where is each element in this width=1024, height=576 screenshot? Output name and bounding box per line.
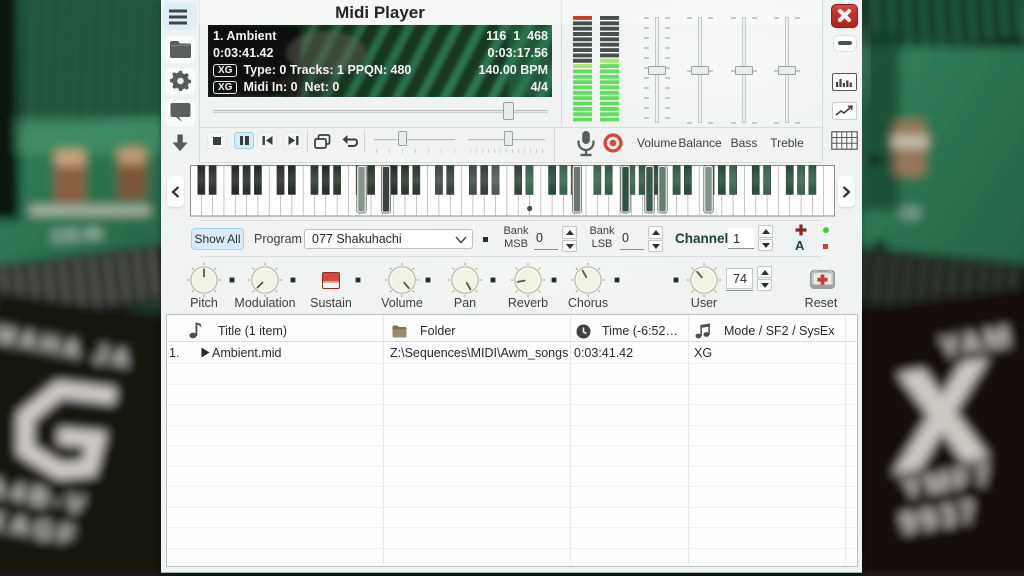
svg-text:C/S IN: C/S IN bbox=[51, 224, 102, 246]
svg-text:C8: C8 bbox=[900, 205, 919, 222]
